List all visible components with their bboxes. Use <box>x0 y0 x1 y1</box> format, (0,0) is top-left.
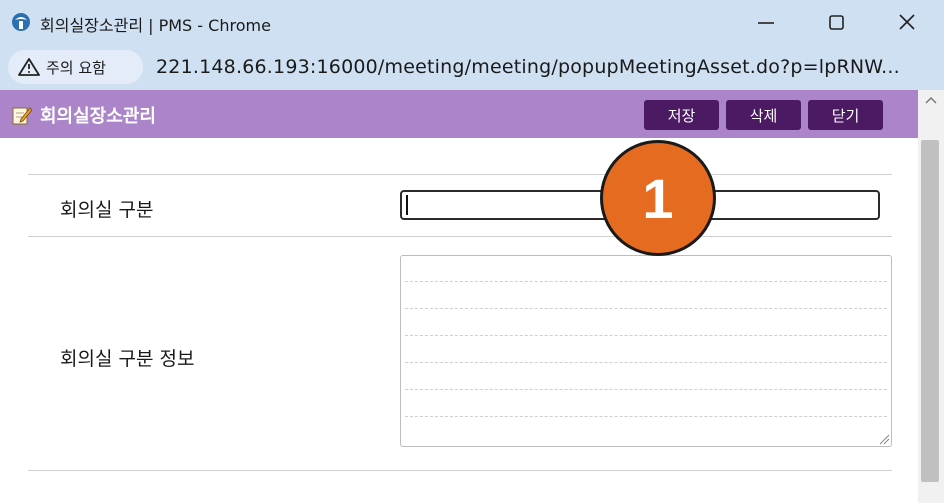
popup-content: 회의실장소관리 저장 삭제 닫기 회의실 구분 회의실 구분 정보 1 <box>0 90 944 503</box>
info-textarea[interactable] <box>400 255 892 447</box>
page-title: 회의실장소관리 <box>40 106 156 127</box>
close-button[interactable] <box>876 6 936 38</box>
maximize-button[interactable] <box>806 6 866 38</box>
save-button[interactable]: 저장 <box>644 100 719 130</box>
window-title: 회의실장소관리 | PMS - Chrome <box>40 16 271 35</box>
scrollbar-thumb[interactable] <box>921 140 939 482</box>
textarea-guide-line <box>405 281 887 282</box>
category-label: 회의실 구분 <box>60 199 154 221</box>
info-label: 회의실 구분 정보 <box>60 348 195 370</box>
close-icon <box>899 14 915 30</box>
delete-button[interactable]: 삭제 <box>726 100 801 130</box>
divider <box>28 174 892 175</box>
minimize-button[interactable] <box>736 6 796 38</box>
app-icon <box>12 13 30 31</box>
page-header: 회의실장소관리 저장 삭제 닫기 <box>0 90 918 138</box>
url-field[interactable]: 221.148.66.193:16000/meeting/meeting/pop… <box>156 56 900 78</box>
step-marker-badge: 1 <box>600 140 716 256</box>
security-warning-chip[interactable]: 주의 요함 <box>8 50 143 84</box>
maximize-icon <box>829 15 844 30</box>
textarea-guide-line <box>405 389 887 390</box>
warning-icon <box>18 58 40 76</box>
security-warning-label: 주의 요함 <box>46 59 106 77</box>
textarea-guide-line <box>405 335 887 336</box>
resize-handle-icon[interactable] <box>879 434 890 445</box>
divider <box>28 236 892 237</box>
text-caret <box>406 195 408 215</box>
textarea-guide-line <box>405 362 887 363</box>
textarea-guide-line <box>405 308 887 309</box>
close-popup-button[interactable]: 닫기 <box>808 100 883 130</box>
edit-icon <box>12 107 32 125</box>
minimize-icon <box>758 22 774 24</box>
divider <box>28 470 892 471</box>
textarea-guide-line <box>405 416 887 417</box>
window-titlebar: 회의실장소관리 | PMS - Chrome <box>0 0 944 44</box>
scroll-up-icon[interactable] <box>925 96 937 104</box>
